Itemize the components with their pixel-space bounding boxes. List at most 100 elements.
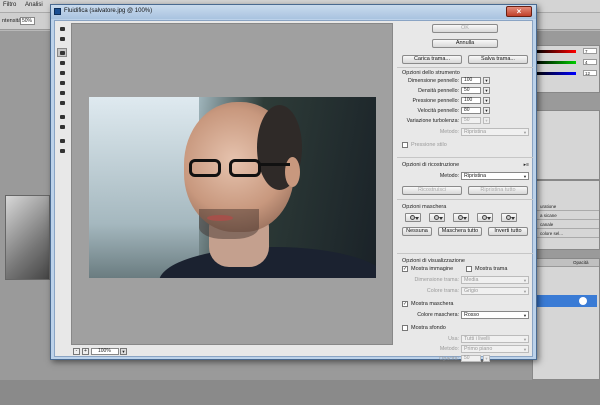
layers-panel: Opacità [532, 258, 600, 380]
reconstruct-method-label: Metodo: [439, 173, 459, 179]
panel-menu-icon[interactable]: ▸≡ [524, 162, 529, 168]
opacity-dropdown-icon[interactable]: ▼ [483, 355, 490, 362]
brush-size-input[interactable]: 100 [461, 77, 481, 84]
blue-value[interactable]: 12 [583, 70, 597, 76]
view-options-title: Opzioni di visualizzazione [402, 258, 465, 264]
brush-density-input[interactable]: 50 [461, 87, 481, 94]
use-select[interactable]: Tutti i livelli ▼ [461, 335, 529, 343]
reconstruct-method-select[interactable]: Ripristina ▼ [461, 172, 529, 180]
cancel-button[interactable]: Annulla [432, 39, 498, 48]
mask-add-icon[interactable] [429, 213, 445, 222]
turbulent-jitter-input[interactable]: 50 [461, 117, 481, 124]
list-item[interactable]: a sicane [535, 212, 599, 220]
freeze-mask-tool-icon[interactable] [57, 112, 67, 121]
red-value[interactable]: 7 [583, 48, 597, 54]
list-item[interactable]: canale [535, 221, 599, 229]
reconstruct-tool-icon[interactable] [57, 34, 67, 43]
push-left-tool-icon[interactable] [57, 78, 67, 87]
brush-rate-input[interactable]: 80 [461, 107, 481, 114]
brush-pressure-dropdown-icon[interactable]: ▼ [483, 97, 490, 104]
show-backdrop-checkbox[interactable] [402, 325, 408, 331]
stylus-pressure-checkbox[interactable] [402, 142, 408, 148]
mesh-size-select[interactable]: Media ▼ [461, 276, 529, 284]
show-mask-checkbox[interactable]: ✓ [402, 301, 408, 307]
restore-all-button[interactable]: Ripristina tutto [468, 186, 528, 195]
portrait-image[interactable] [89, 97, 376, 278]
green-value[interactable]: 4 [583, 59, 597, 65]
tool-options-section: Opzioni dello strumento Dimensione penne… [397, 67, 533, 157]
hand-tool-icon[interactable] [57, 136, 67, 145]
mask-section: Opzioni maschera Nessuna Maschera tutto … [397, 199, 533, 254]
mode-select[interactable]: Primo piano ▼ [461, 345, 529, 353]
twirl-tool-icon[interactable] [57, 48, 67, 57]
show-mesh-checkbox[interactable] [466, 266, 472, 272]
tools-column [56, 24, 68, 174]
mask-invert-icon[interactable] [501, 213, 517, 222]
load-mesh-button[interactable]: Carica trama... [402, 55, 462, 64]
menu-filtro[interactable]: Filtro [3, 2, 16, 8]
brush-density-dropdown-icon[interactable]: ▼ [483, 87, 490, 94]
reconstruct-title: Opzioni di ricostruzione [402, 162, 460, 168]
brush-density-label: Densità pennello: [418, 88, 459, 94]
reconstruct-button[interactable]: Ricostruisci [402, 186, 462, 195]
thaw-mask-tool-icon[interactable] [57, 122, 67, 131]
liquify-dialog: Fluidifica (salvatore.jpg @ 100%) × - + … [50, 4, 537, 362]
close-button[interactable]: × [506, 6, 532, 17]
bloat-tool-icon[interactable] [57, 68, 67, 77]
turbulence-tool-icon[interactable] [57, 98, 67, 107]
mode-label: Metodo: [439, 346, 459, 352]
save-mesh-button[interactable]: Salva trama... [468, 55, 528, 64]
selected-layer[interactable] [535, 295, 597, 307]
blue-slider[interactable] [536, 72, 576, 75]
list-item[interactable]: uratione [535, 203, 599, 211]
zoom-tool-icon[interactable] [57, 146, 67, 155]
green-slider[interactable] [536, 61, 576, 64]
mirror-tool-icon[interactable] [57, 88, 67, 97]
brush-pressure-input[interactable]: 100 [461, 97, 481, 104]
stylus-pressure-label: Pressione stilo [411, 142, 447, 148]
menu-analisi[interactable]: Analisi [25, 2, 43, 8]
intensity-input[interactable]: 50% [20, 17, 35, 25]
forward-warp-tool-icon[interactable] [57, 24, 67, 33]
zoom-out-button[interactable]: - [73, 348, 80, 355]
mask-all-button[interactable]: Maschera tutto [438, 227, 482, 236]
photoshop-icon [54, 8, 61, 15]
mask-replace-icon[interactable] [405, 213, 421, 222]
workspace-bottom [0, 380, 600, 405]
show-image-label: Mostra immagine [411, 266, 454, 272]
preview-canvas[interactable] [71, 23, 393, 345]
zoom-bar: - + 100% ▼ [71, 347, 393, 356]
tool-options-title: Opzioni dello strumento [402, 70, 460, 76]
mask-color-label: Colore maschera: [417, 312, 459, 318]
show-image-checkbox[interactable]: ✓ [402, 266, 408, 272]
method-label: Metodo: [439, 129, 459, 135]
layers-header: Opacità [533, 259, 599, 267]
show-mesh-label: Mostra trama [475, 266, 508, 272]
tool-method-select[interactable]: Ripristina ▼ [461, 128, 529, 136]
zoom-in-button[interactable]: + [82, 348, 89, 355]
mask-none-button[interactable]: Nessuna [402, 227, 432, 236]
dialog-titlebar[interactable]: Fluidifica (salvatore.jpg @ 100%) × [51, 5, 536, 19]
list-item[interactable]: colore sel... [535, 230, 599, 238]
mesh-size-label: Dimensione trama: [414, 277, 459, 283]
brush-size-dropdown-icon[interactable]: ▼ [483, 77, 490, 84]
mesh-color-select[interactable]: Grigio ▼ [461, 287, 529, 295]
turbulent-jitter-dropdown-icon[interactable]: ▼ [483, 117, 490, 124]
pucker-tool-icon[interactable] [57, 58, 67, 67]
red-slider[interactable] [536, 50, 576, 53]
opacity-input[interactable]: 50 [461, 355, 481, 362]
show-backdrop-label: Mostra sfondo [411, 325, 446, 331]
zoom-input[interactable]: 100% [91, 348, 119, 355]
eye-icon[interactable] [579, 297, 587, 305]
zoom-dropdown-icon[interactable]: ▼ [120, 348, 127, 355]
invert-all-button[interactable]: Inverti tutto [488, 227, 528, 236]
opacity-label: Opacità [573, 260, 589, 265]
mask-color-select[interactable]: Rosso ▼ [461, 311, 529, 319]
brush-rate-dropdown-icon[interactable]: ▼ [483, 107, 490, 114]
mask-intersect-icon[interactable] [477, 213, 493, 222]
mask-title: Opzioni maschera [402, 204, 447, 210]
ok-button[interactable]: OK [432, 24, 498, 33]
turbulent-jitter-label: Variazione turbolenza: [406, 118, 459, 124]
mask-subtract-icon[interactable] [453, 213, 469, 222]
brush-pressure-label: Pressione pennello: [412, 98, 459, 104]
